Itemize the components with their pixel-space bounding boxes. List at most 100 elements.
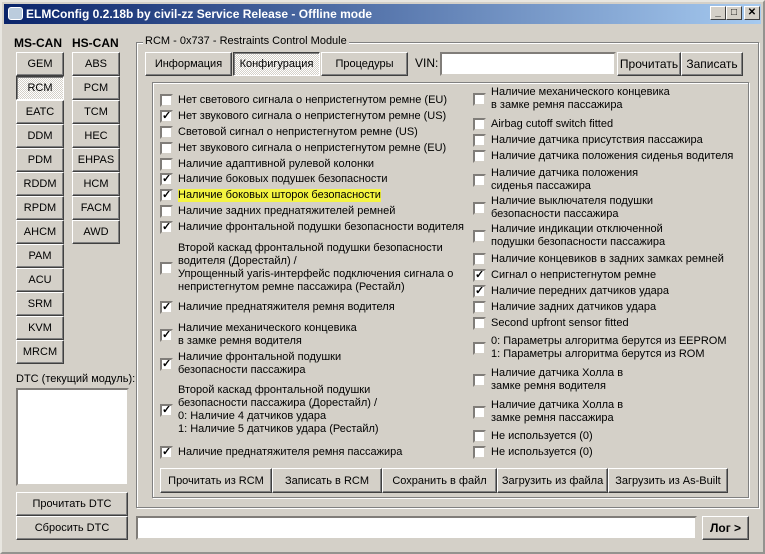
- log-button[interactable]: Лог >: [702, 516, 749, 540]
- write-vin-button[interactable]: Записать: [681, 52, 743, 76]
- module-button-awd[interactable]: AWD: [72, 220, 120, 244]
- action-button[interactable]: Сохранить в файл: [382, 468, 497, 493]
- module-button-kvm[interactable]: KVM: [16, 316, 64, 340]
- option-item[interactable]: ✓ Сигнал о непристегнутом ремне: [473, 269, 656, 282]
- clear-dtc-button[interactable]: Сбросить DTC: [16, 516, 128, 540]
- module-button-facm[interactable]: FACM: [72, 196, 120, 220]
- checkbox[interactable]: [473, 92, 486, 106]
- module-button-ehpas[interactable]: EHPAS: [72, 148, 120, 172]
- checkbox-checked[interactable]: ✓: [160, 357, 173, 371]
- tab-info[interactable]: Информация: [145, 52, 232, 76]
- option-item[interactable]: Наличие задних преднатяжителей ремней: [160, 205, 395, 218]
- option-item[interactable]: Airbag cutoff switch fitted: [473, 118, 613, 131]
- checkbox[interactable]: [473, 253, 486, 266]
- checkbox-checked[interactable]: ✓: [473, 285, 486, 298]
- checkbox[interactable]: [160, 142, 173, 155]
- option-item[interactable]: Наличие датчика Холла в замке ремня пасс…: [473, 399, 623, 425]
- action-button[interactable]: Загрузить из файла: [497, 468, 608, 493]
- checkbox[interactable]: [473, 317, 486, 330]
- checkbox[interactable]: [160, 158, 173, 171]
- checkbox[interactable]: [473, 173, 486, 187]
- checkbox[interactable]: [473, 201, 486, 215]
- module-button-rddm[interactable]: RDDM: [16, 172, 64, 196]
- module-button-rpdm[interactable]: RPDM: [16, 196, 64, 220]
- checkbox[interactable]: [160, 126, 173, 139]
- option-item[interactable]: Наличие механического концевика в замке …: [473, 86, 670, 112]
- tab-configuration[interactable]: Конфигурация: [233, 52, 320, 76]
- checkbox[interactable]: [473, 118, 486, 131]
- module-button-pcm[interactable]: PCM: [72, 76, 120, 100]
- checkbox[interactable]: [473, 341, 486, 355]
- read-dtc-button[interactable]: Прочитать DTC: [16, 492, 128, 516]
- action-button[interactable]: Прочитать из RCM: [160, 468, 272, 493]
- checkbox[interactable]: [473, 405, 486, 419]
- module-button-eatc[interactable]: EATC: [16, 100, 64, 124]
- checkbox[interactable]: [160, 205, 173, 218]
- checkbox[interactable]: [473, 134, 486, 147]
- checkbox-checked[interactable]: ✓: [160, 403, 173, 417]
- checkbox-checked[interactable]: ✓: [160, 301, 173, 314]
- checkbox[interactable]: [473, 229, 486, 243]
- checkbox[interactable]: [473, 150, 486, 163]
- action-button[interactable]: Загрузить из As-Built: [608, 468, 728, 493]
- option-item[interactable]: Наличие адаптивной рулевой колонки: [160, 158, 374, 171]
- checkbox-checked[interactable]: ✓: [160, 110, 173, 123]
- option-item[interactable]: ✓ Наличие фронтальной подушки безопасност…: [160, 351, 341, 377]
- checkbox[interactable]: [473, 301, 486, 314]
- option-item[interactable]: Наличие датчика Холла в замке ремня води…: [473, 367, 623, 393]
- checkbox-checked[interactable]: ✓: [160, 189, 173, 202]
- module-button-mrcm[interactable]: MRCM: [16, 340, 64, 364]
- option-item[interactable]: Наличие задних датчиков удара: [473, 301, 656, 314]
- module-button-rcm[interactable]: RCM: [16, 76, 64, 100]
- option-item[interactable]: Световой сигнал о непристегнутом ремне (…: [160, 126, 418, 139]
- dtc-list[interactable]: [16, 388, 129, 486]
- option-item[interactable]: ✓ Наличие боковых шторок безопасности: [160, 189, 381, 202]
- option-item[interactable]: ✓ Второй каскад фронтальной подушки безоп…: [160, 384, 379, 436]
- module-button-pdm[interactable]: PDM: [16, 148, 64, 172]
- action-button[interactable]: Записать в RCM: [272, 468, 382, 493]
- option-item[interactable]: Не используется (0): [473, 446, 593, 459]
- tab-procedures[interactable]: Процедуры: [321, 52, 408, 76]
- option-item[interactable]: Не используется (0): [473, 430, 593, 443]
- module-button-ddm[interactable]: DDM: [16, 124, 64, 148]
- read-vin-button[interactable]: Прочитать: [617, 52, 681, 76]
- checkbox-checked[interactable]: ✓: [160, 173, 173, 186]
- checkbox[interactable]: [473, 373, 486, 387]
- maximize-button[interactable]: □: [726, 6, 742, 20]
- option-item[interactable]: ✓ Наличие боковых подушек безопасности: [160, 173, 388, 186]
- module-button-hec[interactable]: HEC: [72, 124, 120, 148]
- option-item[interactable]: Наличие датчика присутствия пассажира: [473, 134, 703, 147]
- module-button-tcm[interactable]: TCM: [72, 100, 120, 124]
- checkbox[interactable]: [160, 261, 173, 275]
- log-input[interactable]: [136, 516, 697, 540]
- option-item[interactable]: Наличие концевиков в задних замках ремне…: [473, 253, 724, 266]
- option-item[interactable]: Наличие выключателя подушки безопасности…: [473, 195, 653, 221]
- module-button-abs[interactable]: ABS: [72, 52, 120, 76]
- option-item[interactable]: Наличие датчика положения сиденья пассаж…: [473, 167, 638, 193]
- option-item[interactable]: Нет звукового сигнала о непристегнутом р…: [160, 142, 446, 155]
- checkbox[interactable]: [473, 430, 486, 443]
- module-button-pam[interactable]: PAM: [16, 244, 64, 268]
- option-item[interactable]: Наличие датчика положения сиденья водите…: [473, 150, 733, 163]
- checkbox-checked[interactable]: ✓: [473, 269, 486, 282]
- option-item[interactable]: ✓ Нет звукового сигнала о непристегнутом …: [160, 110, 446, 123]
- close-button[interactable]: ✕: [744, 6, 760, 20]
- option-item[interactable]: ✓ Наличие механического концевика в замке…: [160, 322, 357, 348]
- option-item[interactable]: Нет светового сигнала о непристегнутом р…: [160, 94, 447, 107]
- option-item[interactable]: ✓ Наличие передних датчиков удара: [473, 285, 669, 298]
- module-button-ahcm[interactable]: AHCM: [16, 220, 64, 244]
- minimize-button[interactable]: _: [710, 6, 726, 20]
- option-item[interactable]: ✓ Наличие фронтальной подушки безопасност…: [160, 221, 464, 234]
- module-button-srm[interactable]: SRM: [16, 292, 64, 316]
- module-button-gem[interactable]: GEM: [16, 52, 64, 76]
- checkbox[interactable]: [473, 446, 486, 459]
- checkbox-checked[interactable]: ✓: [160, 328, 173, 342]
- vin-input[interactable]: [440, 52, 616, 76]
- option-item[interactable]: ✓ Наличие преднатяжителя ремня водителя: [160, 301, 395, 314]
- option-item[interactable]: ✓ Наличие преднатяжителя ремня пассажира: [160, 446, 402, 459]
- option-item[interactable]: Второй каскад фронтальной подушки безопа…: [160, 242, 453, 294]
- module-button-hcm[interactable]: HCM: [72, 172, 120, 196]
- option-item[interactable]: Second upfront sensor fitted: [473, 317, 629, 330]
- checkbox-checked[interactable]: ✓: [160, 446, 173, 459]
- checkbox-checked[interactable]: ✓: [160, 221, 173, 234]
